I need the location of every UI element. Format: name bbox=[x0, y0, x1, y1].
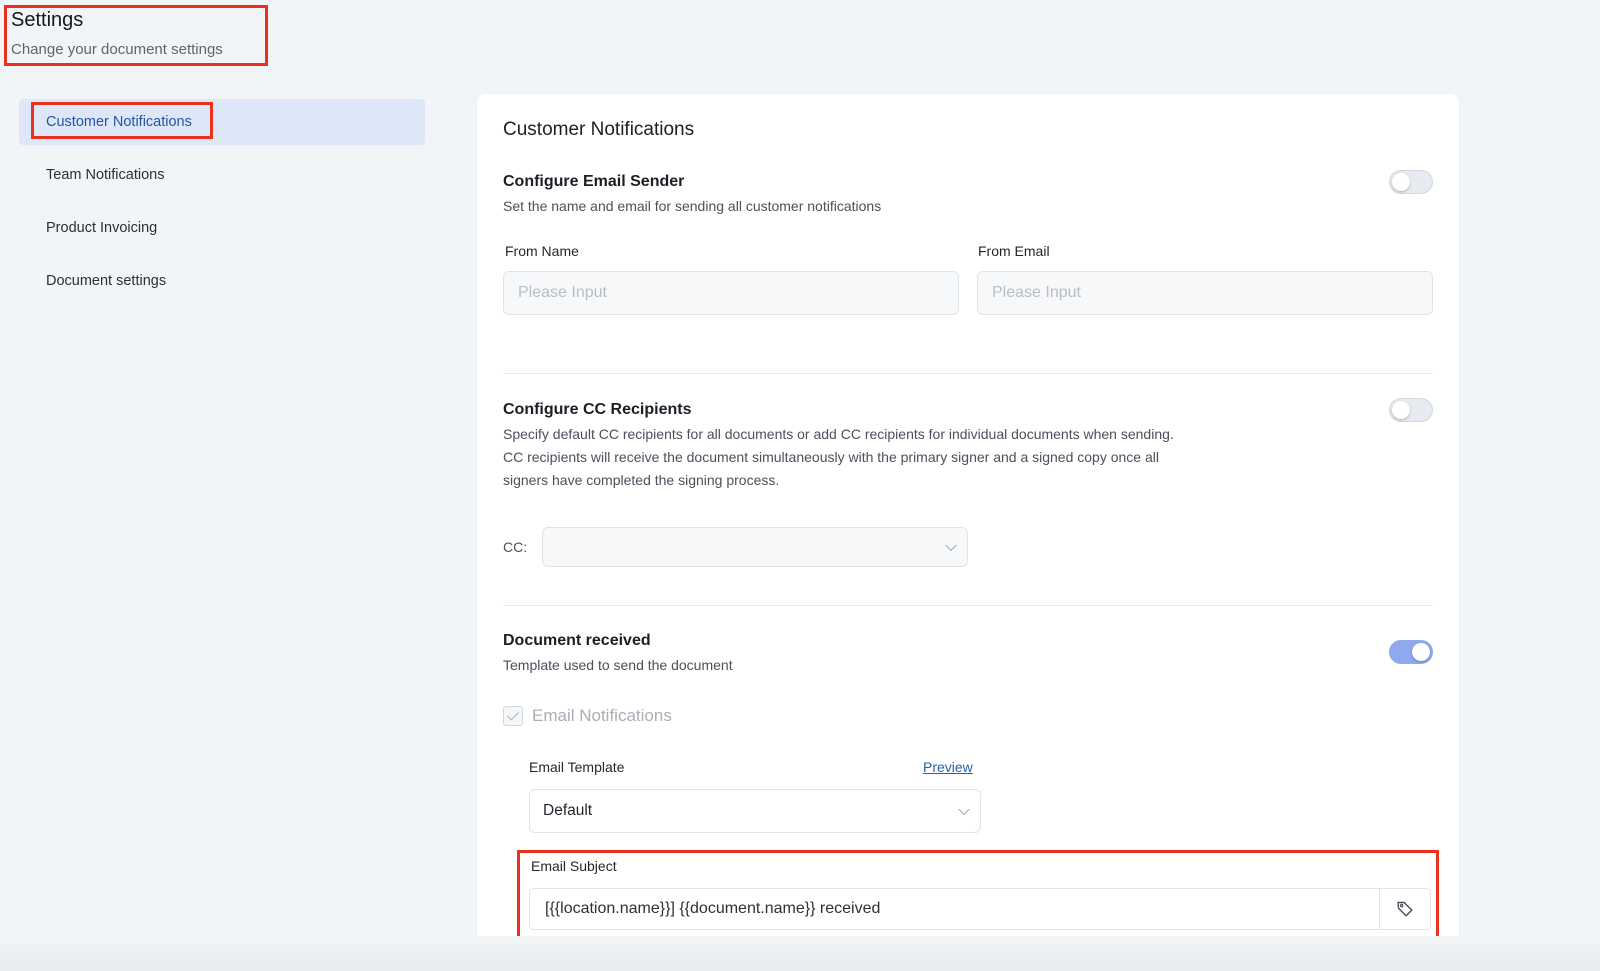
divider bbox=[503, 605, 1433, 606]
document-received-title: Document received bbox=[503, 632, 651, 649]
cc-select[interactable] bbox=[542, 527, 968, 567]
email-template-label: Email Template bbox=[529, 759, 625, 775]
insert-variable-button[interactable] bbox=[1379, 889, 1430, 929]
sidebar-item-label: Team Notifications bbox=[46, 167, 165, 183]
cc-description-line: CC recipients will receive the document … bbox=[503, 449, 1159, 465]
email-subject-label: Email Subject bbox=[531, 858, 617, 874]
tag-icon bbox=[1397, 901, 1413, 917]
from-email-label: From Email bbox=[978, 243, 1050, 259]
cc-recipients-section: Configure CC Recipients Specify default … bbox=[503, 398, 1433, 581]
document-received-description: Template used to send the document bbox=[503, 657, 733, 673]
preview-link[interactable]: Preview bbox=[923, 759, 973, 775]
chevron-down-icon bbox=[945, 539, 957, 552]
cc-recipients-toggle[interactable] bbox=[1389, 398, 1433, 422]
cc-recipients-title: Configure CC Recipients bbox=[503, 401, 692, 418]
page-subtitle: Change your document settings bbox=[11, 41, 223, 58]
toggle-knob bbox=[1392, 173, 1410, 191]
settings-page: Settings Change your document settings C… bbox=[0, 0, 1600, 971]
section-heading: Customer Notifications bbox=[503, 119, 695, 140]
email-sender-description: Set the name and email for sending all c… bbox=[503, 198, 882, 214]
cc-label: CC: bbox=[503, 539, 528, 555]
sidebar-item-label: Customer Notifications bbox=[46, 114, 192, 130]
page-title: Settings bbox=[11, 9, 84, 31]
page-header: Settings Change your document settings bbox=[11, 8, 223, 59]
email-subject-input[interactable]: [{{location.name}}] {{document.name}} re… bbox=[529, 888, 1431, 930]
email-subject-value[interactable]: [{{location.name}}] {{document.name}} re… bbox=[530, 889, 1379, 929]
window-bottom-edge bbox=[0, 936, 1600, 971]
email-sender-toggle[interactable] bbox=[1389, 170, 1433, 194]
from-email-placeholder: Please Input bbox=[992, 284, 1081, 301]
email-template-value: Default bbox=[543, 802, 593, 819]
cc-description-line: Specify default CC recipients for all do… bbox=[503, 426, 1174, 442]
sidebar-item-product-invoicing[interactable]: Product Invoicing bbox=[19, 205, 425, 251]
sidebar-item-customer-notifications[interactable]: Customer Notifications bbox=[19, 99, 425, 145]
sidebar-item-team-notifications[interactable]: Team Notifications bbox=[19, 152, 425, 198]
email-notifications-label: Email Notifications bbox=[532, 706, 672, 725]
from-name-placeholder: Please Input bbox=[518, 284, 607, 301]
email-sender-title: Configure Email Sender bbox=[503, 173, 685, 190]
sidebar-item-label: Document settings bbox=[46, 273, 167, 289]
cc-description-line: signers have completed the signing proce… bbox=[503, 472, 780, 488]
sidebar-item-label: Product Invoicing bbox=[46, 220, 158, 236]
divider bbox=[503, 373, 1433, 374]
from-name-label: From Name bbox=[505, 243, 579, 259]
cc-recipients-description: Specify default CC recipients for all do… bbox=[503, 423, 1433, 492]
email-notifications-row[interactable]: Email Notifications bbox=[503, 706, 672, 726]
settings-card: Customer Notifications Configure Email S… bbox=[477, 94, 1459, 971]
document-received-toggle[interactable] bbox=[1389, 640, 1433, 664]
chevron-down-icon bbox=[958, 803, 970, 816]
settings-sidebar: Customer Notifications Team Notification… bbox=[19, 99, 425, 311]
document-received-section: Document received Template used to send … bbox=[503, 632, 1433, 932]
sidebar-item-document-settings[interactable]: Document settings bbox=[19, 258, 425, 304]
email-notifications-checkbox[interactable] bbox=[503, 706, 523, 726]
email-sender-section: Configure Email Sender Set the name and … bbox=[503, 170, 1433, 333]
toggle-knob bbox=[1392, 401, 1410, 419]
email-template-select[interactable]: Default bbox=[529, 789, 981, 833]
from-email-input[interactable]: Please Input bbox=[977, 271, 1433, 315]
from-name-input[interactable]: Please Input bbox=[503, 271, 959, 315]
toggle-knob bbox=[1412, 643, 1430, 661]
